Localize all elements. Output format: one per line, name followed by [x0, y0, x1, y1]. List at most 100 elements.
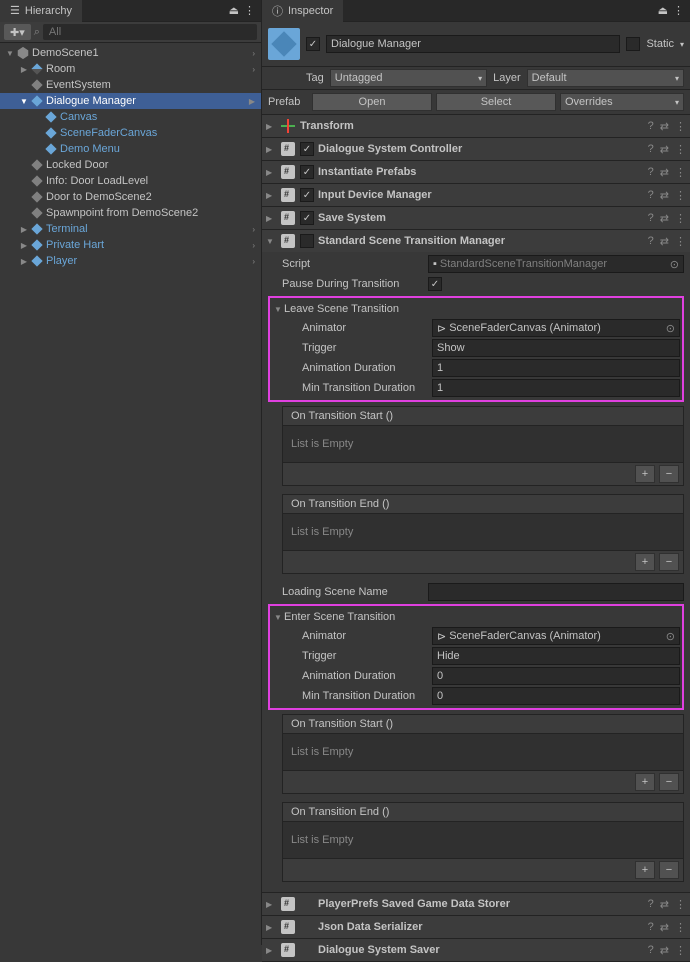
context-menu-icon[interactable]: ⋮ [675, 189, 686, 202]
help-icon[interactable]: ? [648, 898, 654, 911]
leave-trigger-field[interactable] [432, 339, 680, 357]
help-icon[interactable]: ? [648, 212, 654, 225]
static-checkbox[interactable] [626, 37, 640, 51]
tree-item[interactable]: Locked Door [0, 157, 261, 173]
tree-item[interactable]: EventSystem [0, 77, 261, 93]
component-enable-checkbox[interactable] [300, 234, 314, 248]
event-add-button[interactable]: + [635, 465, 655, 483]
gameobject-icon[interactable] [268, 28, 300, 60]
component-enable-checkbox[interactable] [300, 142, 314, 156]
expand-arrow-icon[interactable]: ▼ [4, 49, 16, 58]
help-icon[interactable]: ? [648, 921, 654, 934]
expand-arrow-icon[interactable]: ▶ [18, 241, 30, 250]
enter-trigger-field[interactable] [432, 647, 680, 665]
object-picker-icon[interactable]: ⊙ [666, 322, 675, 335]
expand-arrow-icon[interactable]: ▼ [18, 97, 30, 106]
component-header[interactable]: ▶Input Device Manager?⇄⋮ [262, 184, 690, 206]
sstm-header[interactable]: ▼ Standard Scene Transition Manager ? ⇄ … [262, 230, 690, 252]
tree-item[interactable]: SceneFaderCanvas [0, 125, 261, 141]
preset-icon[interactable]: ⇄ [660, 898, 669, 911]
tag-dropdown[interactable]: Untagged [330, 69, 487, 87]
loading-scene-field[interactable] [428, 583, 684, 601]
help-icon[interactable]: ? [648, 143, 654, 156]
tree-item[interactable]: Demo Menu [0, 141, 261, 157]
tree-item[interactable]: ▶Player› [0, 253, 261, 269]
hierarchy-tab[interactable]: ☰ Hierarchy [0, 0, 82, 22]
hierarchy-search[interactable] [43, 24, 257, 40]
context-menu-icon[interactable]: ⋮ [675, 944, 686, 957]
component-enable-checkbox[interactable] [300, 165, 314, 179]
context-menu-icon[interactable]: ⋮ [675, 120, 686, 133]
leave-transition-foldout[interactable]: ▼ Leave Scene Transition [272, 300, 680, 318]
lock-icon[interactable]: ⏏ [229, 4, 239, 17]
tree-item[interactable]: Canvas [0, 109, 261, 125]
context-menu-icon[interactable]: ⋮ [675, 166, 686, 179]
leave-anim-dur-field[interactable] [432, 359, 680, 377]
preset-icon[interactable]: ⇄ [660, 166, 669, 179]
preset-icon[interactable]: ⇄ [660, 921, 669, 934]
context-menu-icon[interactable]: ⋮ [675, 898, 686, 911]
tree-item[interactable]: Spawnpoint from DemoScene2 [0, 205, 261, 221]
context-menu-icon[interactable]: ⋮ [675, 235, 686, 248]
inspector-tab[interactable]: ⓘ Inspector [262, 0, 343, 22]
prefab-overrides-dropdown[interactable]: Overrides [560, 93, 684, 111]
prefab-select-button[interactable]: Select [436, 93, 556, 111]
preset-icon[interactable]: ⇄ [660, 189, 669, 202]
event-remove-button[interactable]: − [659, 553, 679, 571]
event-remove-button[interactable]: − [659, 773, 679, 791]
prefab-open-button[interactable]: Open [312, 93, 432, 111]
help-icon[interactable]: ? [648, 120, 654, 133]
menu-icon[interactable]: ⋮ [244, 4, 255, 17]
tree-item[interactable]: ▼Dialogue Manager▶ [0, 93, 261, 109]
context-menu-icon[interactable]: ⋮ [675, 143, 686, 156]
object-name-field[interactable] [326, 35, 620, 53]
menu-icon[interactable]: ⋮ [673, 4, 684, 17]
object-picker-icon[interactable]: ⊙ [666, 630, 675, 643]
preset-icon[interactable]: ⇄ [660, 120, 669, 133]
help-icon[interactable]: ? [648, 944, 654, 957]
enter-transition-foldout[interactable]: ▼ Enter Scene Transition [272, 608, 680, 626]
help-icon[interactable]: ? [648, 166, 654, 179]
static-dropdown-icon[interactable]: ▾ [680, 40, 684, 49]
enter-min-dur-field[interactable] [432, 687, 680, 705]
component-enable-checkbox[interactable] [300, 188, 314, 202]
expand-arrow-icon[interactable]: ▶ [18, 257, 30, 266]
help-icon[interactable]: ? [648, 189, 654, 202]
leave-animator-field[interactable]: ⊳ SceneFaderCanvas (Animator) ⊙ [432, 319, 680, 337]
component-header[interactable]: ▶Dialogue System Controller?⇄⋮ [262, 138, 690, 160]
active-checkbox[interactable] [306, 37, 320, 51]
preset-icon[interactable]: ⇄ [660, 212, 669, 225]
component-enable-checkbox[interactable] [300, 211, 314, 225]
pause-checkbox[interactable] [428, 277, 442, 291]
event-add-button[interactable]: + [635, 553, 655, 571]
component-header[interactable]: ▶Transform?⇄⋮ [262, 115, 690, 137]
context-menu-icon[interactable]: ⋮ [675, 921, 686, 934]
event-remove-button[interactable]: − [659, 861, 679, 879]
tree-item[interactable]: ▶Room› [0, 61, 261, 77]
lock-icon[interactable]: ⏏ [658, 4, 668, 17]
tree-item[interactable]: ▶Terminal› [0, 221, 261, 237]
preset-icon[interactable]: ⇄ [660, 944, 669, 957]
event-remove-button[interactable]: − [659, 465, 679, 483]
layer-dropdown[interactable]: Default [527, 69, 684, 87]
component-header[interactable]: ▶Save System?⇄⋮ [262, 207, 690, 229]
leave-min-dur-field[interactable] [432, 379, 680, 397]
help-icon[interactable]: ? [648, 235, 654, 248]
enter-anim-dur-field[interactable] [432, 667, 680, 685]
component-header[interactable]: ▶Instantiate Prefabs?⇄⋮ [262, 161, 690, 183]
context-menu-icon[interactable]: ⋮ [675, 212, 686, 225]
event-add-button[interactable]: + [635, 773, 655, 791]
create-button[interactable]: ✚▾ [4, 24, 31, 40]
tree-item[interactable]: Info: Door LoadLevel [0, 173, 261, 189]
expand-arrow-icon[interactable]: ▶ [18, 225, 30, 234]
tree-item[interactable]: ▶Private Hart› [0, 237, 261, 253]
preset-icon[interactable]: ⇄ [660, 143, 669, 156]
component-header[interactable]: ▶Json Data Serializer?⇄⋮ [262, 916, 690, 938]
expand-arrow-icon[interactable]: ▶ [18, 65, 30, 74]
event-add-button[interactable]: + [635, 861, 655, 879]
component-header[interactable]: ▶Dialogue System Saver?⇄⋮ [262, 939, 690, 961]
object-picker-icon[interactable]: ⊙ [670, 258, 679, 271]
enter-animator-field[interactable]: ⊳ SceneFaderCanvas (Animator) ⊙ [432, 627, 680, 645]
component-header[interactable]: ▶PlayerPrefs Saved Game Data Storer?⇄⋮ [262, 893, 690, 915]
preset-icon[interactable]: ⇄ [660, 235, 669, 248]
